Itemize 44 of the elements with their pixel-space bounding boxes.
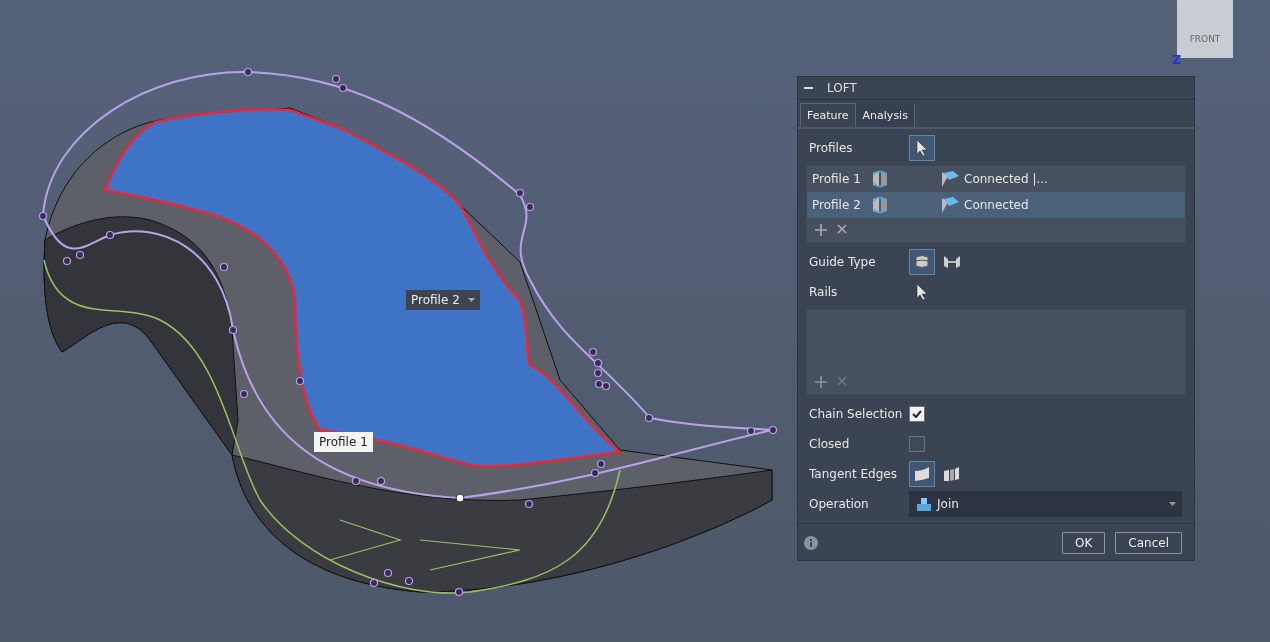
field-label: Closed	[809, 437, 851, 451]
tangent-merge-icon	[913, 466, 931, 482]
profile-row[interactable]: Profile 2 Connected	[807, 192, 1185, 218]
profile-label[interactable]: Profile 2	[406, 290, 480, 310]
dialog-button[interactable]: Cancel	[1115, 532, 1182, 554]
field-label: Profiles	[809, 141, 854, 155]
field-label: Rails	[809, 285, 839, 299]
loft-centerline-icon	[943, 254, 961, 270]
condition-text: Connected	[964, 198, 1029, 212]
checkbox[interactable]	[909, 436, 925, 452]
add-icon[interactable]	[815, 376, 827, 388]
flip-icon	[870, 196, 890, 214]
tab[interactable]: Feature	[800, 103, 856, 127]
surface-condition-icon	[940, 170, 960, 188]
field-label: Guide Type	[809, 255, 877, 269]
select-button[interactable]	[909, 135, 935, 161]
add-icon[interactable]	[815, 224, 827, 236]
loft-rails-icon	[913, 254, 931, 270]
field-label: Operation	[809, 497, 870, 511]
checkbox[interactable]	[909, 406, 925, 422]
operation-dropdown[interactable]: Join	[909, 491, 1182, 517]
pointer-icon	[916, 283, 928, 301]
close-icon[interactable]	[837, 224, 847, 234]
dialog-button[interactable]: OK	[1062, 532, 1106, 554]
option-button[interactable]	[909, 461, 935, 487]
profile-name: Profile 1	[812, 172, 862, 186]
panel-title: LOFT	[827, 81, 857, 95]
caret-icon	[1169, 502, 1176, 506]
flip-icon	[870, 170, 890, 188]
profile-label[interactable]: Profile 1	[314, 432, 373, 452]
profile-row[interactable]: Profile 1 Connected |...	[807, 166, 1185, 192]
profile-name: Profile 2	[812, 198, 862, 212]
caret-icon	[467, 298, 475, 302]
condition-text: Connected |...	[964, 172, 1048, 186]
check-icon	[912, 410, 922, 418]
pointer-icon	[916, 139, 928, 157]
join-icon	[917, 497, 931, 511]
info-icon[interactable]	[804, 536, 818, 550]
option-button[interactable]	[909, 249, 935, 275]
tangent-keep-icon	[943, 466, 961, 482]
field-label: Tangent Edges	[809, 467, 898, 481]
field-label: Chain Selection	[809, 407, 904, 421]
surface-condition-icon	[940, 196, 960, 214]
tab[interactable]: Analysis	[855, 103, 915, 127]
